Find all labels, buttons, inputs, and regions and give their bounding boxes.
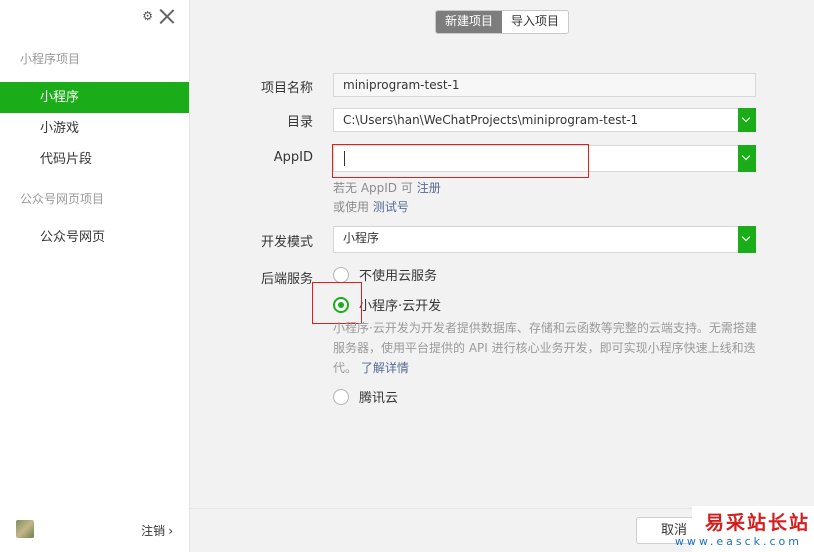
appid-label: AppID bbox=[273, 150, 313, 165]
chevron-right-icon: › bbox=[168, 524, 173, 538]
radio-label-no-cloud: 不使用云服务 bbox=[359, 269, 438, 284]
gear-icon[interactable]: ⚙ bbox=[142, 9, 153, 23]
radio-icon[interactable] bbox=[333, 388, 349, 405]
logout-button[interactable]: 注销 › bbox=[141, 522, 173, 539]
directory-value: C:\Users\han\WeChatProjects\miniprogram-… bbox=[343, 113, 639, 127]
chevron-down-icon[interactable] bbox=[738, 145, 756, 172]
sidebar-item-miniprogram[interactable]: 小程序 bbox=[0, 82, 189, 113]
dev-mode-label: 开发模式 bbox=[260, 235, 313, 250]
sidebar-bottom: 注销 › bbox=[0, 508, 189, 552]
tab-new-project[interactable]: 新建项目 bbox=[436, 11, 503, 33]
backend-label: 后端服务 bbox=[260, 272, 313, 287]
test-account-link[interactable]: 测试号 bbox=[373, 200, 409, 214]
section-title-miniprogram: 小程序项目 bbox=[20, 52, 81, 66]
sidebar-item-minigame[interactable]: 小游戏 bbox=[0, 113, 189, 144]
sidebar-item-official-webpage[interactable]: 公众号网页 bbox=[0, 222, 189, 253]
chevron-down-icon[interactable] bbox=[738, 108, 756, 132]
avatar[interactable] bbox=[16, 520, 34, 538]
main-panel: 新建项目 导入项目 项目名称 miniprogram-test-1 目录 C:\… bbox=[190, 0, 814, 552]
highlight-box-appid bbox=[332, 144, 589, 178]
tab-import-project[interactable]: 导入项目 bbox=[502, 11, 569, 33]
watermark-logo: 易采站长站 www.easck.com bbox=[675, 506, 814, 552]
section-title-official-account: 公众号网页项目 bbox=[20, 192, 105, 206]
directory-select[interactable]: C:\Users\han\WeChatProjects\miniprogram-… bbox=[333, 108, 756, 132]
radio-tencent-cloud[interactable]: 腾讯云 bbox=[333, 387, 398, 406]
watermark-url: www.easck.com bbox=[674, 535, 802, 548]
close-icon[interactable] bbox=[159, 8, 175, 24]
directory-label: 目录 bbox=[286, 115, 313, 130]
window-controls: ⚙ bbox=[142, 8, 175, 24]
project-name-label: 项目名称 bbox=[260, 81, 313, 96]
watermark-title: 易采站长站 bbox=[704, 512, 810, 534]
dev-mode-value: 小程序 bbox=[343, 231, 380, 245]
radio-label-tencent-cloud: 腾讯云 bbox=[359, 391, 399, 406]
learn-more-link[interactable]: 了解详情 bbox=[361, 361, 409, 375]
chevron-down-icon[interactable] bbox=[738, 226, 756, 253]
sidebar: ⚙ 小程序项目 小程序 小游戏 代码片段 公众号网页项目 公众号网页 注销 › bbox=[0, 0, 190, 552]
logout-label: 注销 bbox=[141, 524, 166, 538]
project-name-input[interactable]: miniprogram-test-1 bbox=[333, 73, 756, 97]
radio-label-cloud-dev: 小程序·云开发 bbox=[359, 299, 442, 314]
tab-group: 新建项目 导入项目 bbox=[435, 10, 570, 34]
dev-mode-select[interactable]: 小程序 bbox=[333, 226, 756, 253]
radio-icon[interactable] bbox=[333, 266, 349, 283]
appid-hint-register: 若无 AppID 可 注册 bbox=[333, 179, 441, 196]
appid-hint-register-text: 若无 AppID 可 bbox=[333, 181, 413, 195]
appid-hint-test-text: 或使用 bbox=[333, 200, 370, 214]
sidebar-item-code-snippet[interactable]: 代码片段 bbox=[0, 144, 189, 175]
cloud-dev-description: 小程序·云开发为开发者提供数据库、存储和云函数等完整的云端支持。无需搭建服务器，… bbox=[333, 318, 758, 378]
appid-hint-test: 或使用 测试号 bbox=[333, 198, 409, 215]
register-link[interactable]: 注册 bbox=[417, 181, 441, 195]
